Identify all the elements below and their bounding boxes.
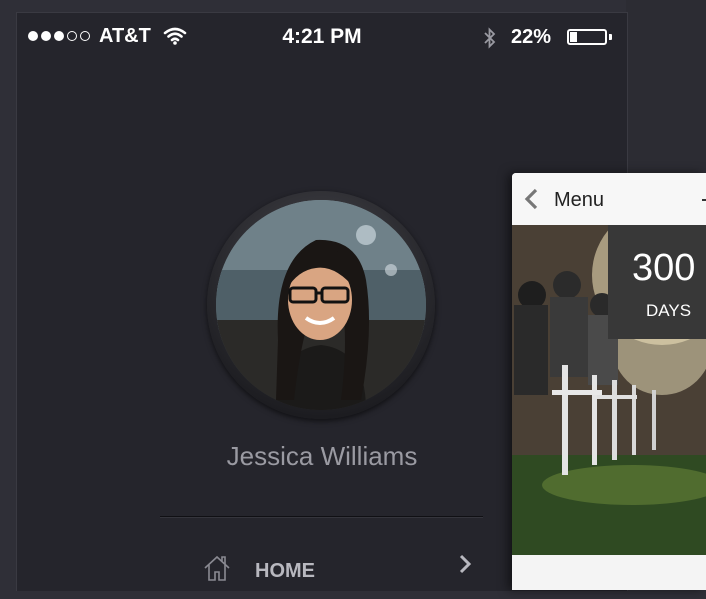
profile-photo: [216, 200, 426, 410]
header-divider: [702, 199, 706, 201]
menu-back-button[interactable]: Menu: [554, 189, 604, 212]
avatar[interactable]: [207, 191, 435, 419]
card-header: Menu: [512, 173, 706, 225]
counter-unit: DAYS: [646, 301, 692, 320]
event-photo: 300 DAYS: [512, 225, 706, 555]
home-icon: [202, 553, 232, 587]
battery-percentage: 22%: [511, 26, 552, 48]
chevron-right-icon: [458, 553, 472, 579]
menu-divider: [160, 516, 483, 518]
days-counter: 300 DAYS: [608, 225, 706, 339]
battery-nub: [609, 34, 612, 40]
counter-value: 300: [632, 247, 696, 289]
bluetooth-icon: [483, 27, 497, 53]
chevron-left-icon[interactable]: [522, 187, 540, 215]
battery-level-fill: [570, 32, 577, 42]
status-bar: AT&T 4:21 PM 22%: [17, 13, 627, 59]
menu-item-home[interactable]: HOME: [160, 531, 483, 599]
battery-icon: [567, 29, 607, 45]
overlay-card[interactable]: Menu 300 DAYS: [512, 173, 706, 590]
menu-item-label: HOME: [255, 560, 315, 582]
